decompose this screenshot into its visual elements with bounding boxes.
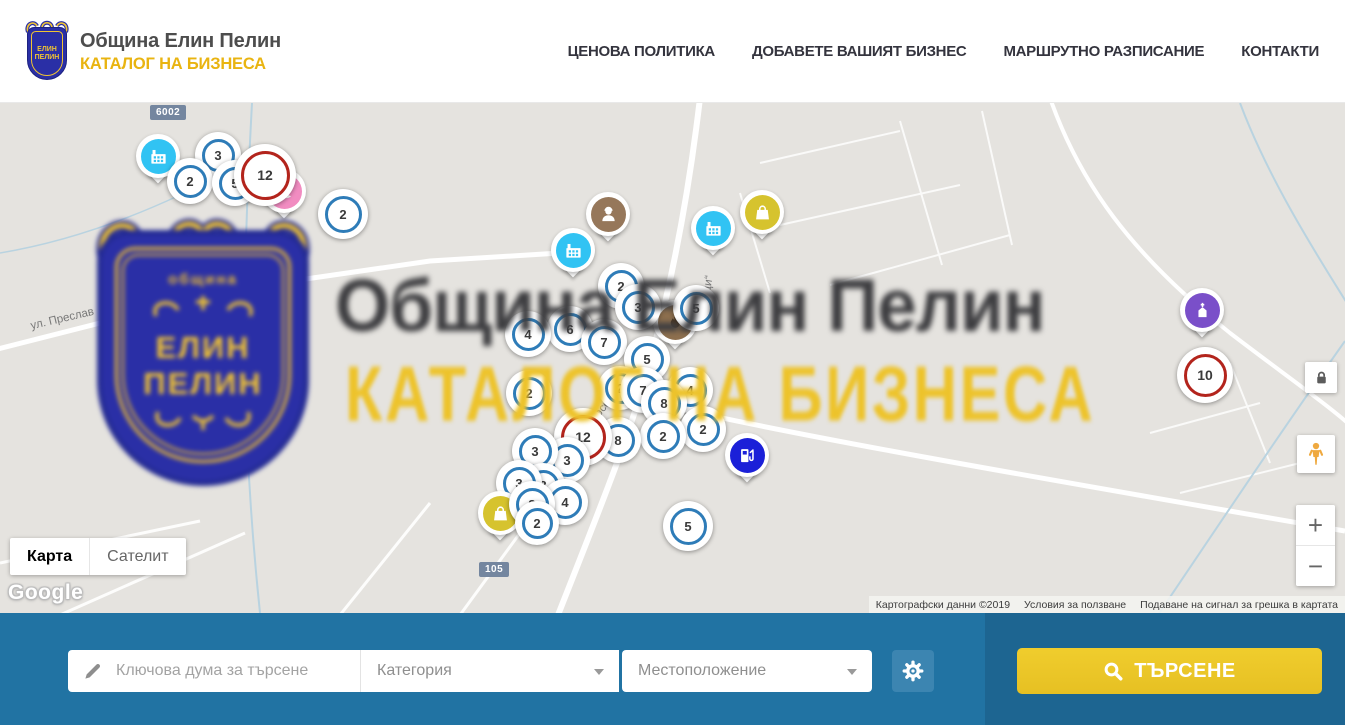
search-icon — [1103, 661, 1123, 681]
map-pin-marker-fuel[interactable] — [725, 433, 769, 477]
search-bar: Категория Местоположение ТЪРСЕНЕ — [0, 613, 1345, 725]
location-select[interactable]: Местоположение — [622, 650, 872, 692]
pencil-icon — [68, 662, 116, 681]
map-type-map-button[interactable]: Карта — [10, 538, 89, 575]
category-select[interactable]: Категория — [360, 650, 619, 692]
map-cluster-marker[interactable]: 2 — [680, 406, 726, 452]
attribution-copyright: Картографски данни ©2019 — [876, 599, 1010, 611]
zoom-in-button[interactable]: + — [1296, 505, 1335, 546]
attribution-terms-link[interactable]: Условия за ползване — [1024, 599, 1126, 611]
map-pin-marker-bag[interactable] — [740, 190, 784, 234]
brand-subtitle: КАТАЛОГ НА БИЗНЕСА — [80, 55, 281, 74]
map-cluster-marker[interactable]: 2 — [515, 501, 559, 545]
map-pin-marker-factory[interactable] — [691, 206, 735, 250]
map-pin-marker-factory[interactable] — [551, 228, 595, 272]
map-cluster-marker[interactable]: 2 — [318, 189, 368, 239]
map-type-control: Карта Сателит — [10, 538, 186, 575]
map-cluster-marker[interactable]: 2 — [640, 413, 686, 459]
chevron-down-icon — [594, 669, 604, 675]
map-cluster-marker[interactable]: 2 — [167, 158, 213, 204]
map-type-satellite-button[interactable]: Сателит — [89, 538, 185, 575]
map-pin-marker-church[interactable] — [1180, 288, 1224, 332]
brand[interactable]: ЕЛИН ПЕЛИН Община Елин Пелин КАТАЛОГ НА … — [24, 21, 281, 82]
map-cluster-marker[interactable]: 5 — [663, 501, 713, 551]
map-cluster-marker[interactable]: 3 — [615, 284, 661, 330]
site-header: ЕЛИН ПЕЛИН Община Елин Пелин КАТАЛОГ НА … — [0, 0, 1345, 103]
chevron-down-icon — [847, 669, 857, 675]
gear-icon — [902, 660, 924, 682]
map-cluster-marker[interactable]: 2 — [506, 370, 552, 416]
map-markers-layer: 325122235647522748228123383432510 — [0, 103, 1345, 613]
nav-add-business[interactable]: ДОБАВЕТЕ ВАШИЯТ БИЗНЕС — [752, 43, 966, 60]
map-canvas[interactable]: 6002 105 ул. Преслав бул. „Новосел ци“ 3… — [0, 103, 1345, 613]
lock-icon[interactable] — [1305, 362, 1337, 393]
google-logo[interactable]: Google — [8, 581, 83, 605]
search-button[interactable]: ТЪРСЕНЕ — [1017, 648, 1322, 694]
map-cluster-marker[interactable]: 4 — [505, 311, 551, 357]
zoom-out-button[interactable]: − — [1296, 546, 1335, 586]
pegman-icon[interactable] — [1297, 435, 1335, 473]
advanced-settings-button[interactable] — [892, 650, 934, 692]
map-attribution: Картографски данни ©2019 Условия за полз… — [869, 596, 1345, 613]
nav-contacts[interactable]: КОНТАКТИ — [1241, 43, 1319, 60]
map-cluster-marker[interactable]: 5 — [673, 285, 719, 331]
nav-route-schedule[interactable]: МАРШРУТНО РАЗПИСАНИЕ — [1003, 43, 1204, 60]
map-cluster-marker[interactable]: 7 — [581, 319, 627, 365]
attribution-report-link[interactable]: Подаване на сигнал за грешка в картата — [1140, 599, 1338, 611]
zoom-control: + − — [1296, 505, 1335, 586]
map-cluster-marker[interactable]: 10 — [1177, 347, 1233, 403]
nav-pricing[interactable]: ЦЕНОВА ПОЛИТИКА — [568, 43, 715, 60]
municipality-logo-icon: ЕЛИН ПЕЛИН — [24, 21, 70, 82]
main-nav: ЦЕНОВА ПОЛИТИКА ДОБАВЕТЕ ВАШИЯТ БИЗНЕС М… — [568, 0, 1319, 103]
brand-title: Община Елин Пелин — [80, 30, 281, 53]
map-cluster-marker[interactable]: 12 — [234, 144, 296, 206]
